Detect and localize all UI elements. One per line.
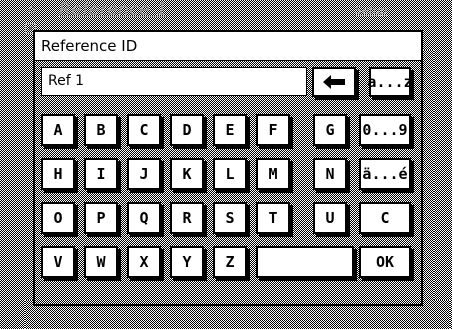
- key-label: I: [96, 165, 106, 183]
- key-b[interactable]: B: [84, 114, 118, 146]
- clear-button[interactable]: C: [359, 202, 411, 234]
- key-s[interactable]: S: [213, 202, 247, 234]
- key-t[interactable]: T: [256, 202, 290, 234]
- reference-id-input[interactable]: Ref 1: [41, 67, 307, 96]
- key-label: A: [53, 121, 63, 139]
- accents-mode-button[interactable]: ä...é: [359, 158, 411, 190]
- lowercase-mode-button[interactable]: a...z: [367, 67, 413, 97]
- setup-label: Setup: [355, 4, 388, 17]
- key-label: Z: [225, 253, 235, 271]
- key-y[interactable]: Y: [170, 246, 204, 278]
- reference-id-dialog: Reference ID Ref 1 a...z A B C D E F G 0…: [33, 30, 423, 306]
- key-d[interactable]: D: [170, 114, 204, 146]
- key-z[interactable]: Z: [213, 246, 247, 278]
- key-label: W: [96, 253, 106, 271]
- key-label: L: [225, 165, 235, 183]
- key-label: B: [96, 121, 106, 139]
- key-m[interactable]: M: [256, 158, 290, 190]
- key-label: S: [225, 209, 235, 227]
- key-label: P: [96, 209, 106, 227]
- key-label: X: [139, 253, 149, 271]
- key-label: G: [325, 121, 335, 139]
- lowercase-mode-label: a...z: [367, 73, 413, 91]
- key-w[interactable]: W: [84, 246, 118, 278]
- key-label: T: [268, 209, 278, 227]
- space-button[interactable]: [256, 246, 354, 278]
- key-k[interactable]: K: [170, 158, 204, 190]
- keyboard-panel: Ref 1 a...z A B C D E F G 0...9 H I J K …: [35, 61, 421, 304]
- key-c[interactable]: C: [127, 114, 161, 146]
- key-l[interactable]: L: [213, 158, 247, 190]
- key-label: Q: [139, 209, 149, 227]
- backspace-button[interactable]: [312, 67, 356, 97]
- key-o[interactable]: O: [41, 202, 75, 234]
- left-arrow-icon: [323, 75, 345, 89]
- key-e[interactable]: E: [213, 114, 247, 146]
- key-a[interactable]: A: [41, 114, 75, 146]
- clear-label: C: [380, 209, 390, 227]
- digits-mode-button[interactable]: 0...9: [359, 114, 411, 146]
- key-label: C: [139, 121, 149, 139]
- key-label: E: [225, 121, 235, 139]
- key-x[interactable]: X: [127, 246, 161, 278]
- accents-mode-label: ä...é: [362, 165, 408, 183]
- key-g[interactable]: G: [313, 114, 347, 146]
- digits-mode-label: 0...9: [362, 121, 408, 139]
- key-q[interactable]: Q: [127, 202, 161, 234]
- key-label: H: [53, 165, 63, 183]
- reference-icon: ⌂: [28, 2, 36, 17]
- key-label: V: [53, 253, 63, 271]
- key-h[interactable]: H: [41, 158, 75, 190]
- ok-label: OK: [375, 253, 395, 271]
- key-label: O: [53, 209, 63, 227]
- key-label: Y: [182, 253, 192, 271]
- key-label: U: [325, 209, 335, 227]
- key-label: R: [182, 209, 192, 227]
- key-f[interactable]: F: [256, 114, 290, 146]
- background-title: Reference 1: [59, 0, 168, 20]
- key-label: J: [139, 165, 149, 183]
- dialog-title: Reference ID: [35, 32, 421, 61]
- key-j[interactable]: J: [127, 158, 161, 190]
- key-p[interactable]: P: [84, 202, 118, 234]
- key-n[interactable]: N: [313, 158, 347, 190]
- key-label: N: [325, 165, 335, 183]
- key-label: F: [268, 121, 278, 139]
- key-i[interactable]: I: [84, 158, 118, 190]
- key-u[interactable]: U: [313, 202, 347, 234]
- ok-button[interactable]: OK: [359, 246, 411, 278]
- key-v[interactable]: V: [41, 246, 75, 278]
- key-label: M: [268, 165, 278, 183]
- key-label: K: [182, 165, 192, 183]
- key-label: D: [182, 121, 192, 139]
- key-r[interactable]: R: [170, 202, 204, 234]
